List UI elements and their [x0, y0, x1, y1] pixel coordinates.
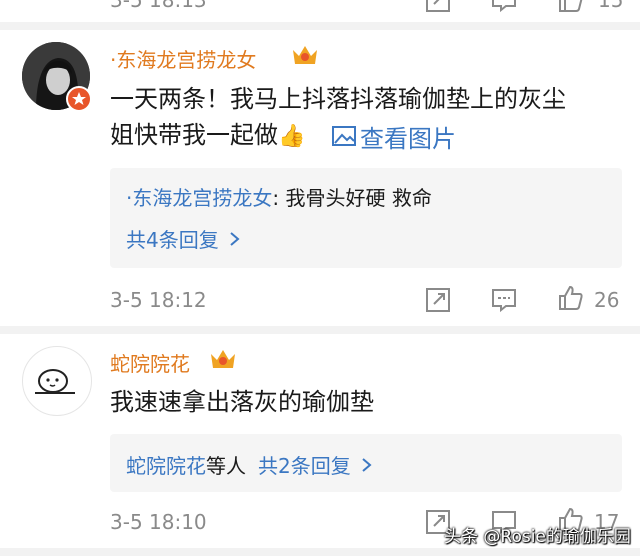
thumbs-up-emoji: 👍: [278, 124, 306, 149]
reply-line: ·东海龙宫捞龙女: 我骨头好硬 救命: [126, 182, 432, 211]
reply-text: 我骨头好硬 救命: [279, 186, 432, 210]
share-icon[interactable]: [424, 286, 452, 314]
avatar[interactable]: [22, 346, 92, 416]
watermark: 头条 @Rosie的瑜伽乐园: [444, 527, 631, 547]
vip-crown-icon: [208, 346, 238, 372]
section-divider: [0, 22, 640, 30]
comment-timestamp: 3-5 18:12: [110, 288, 207, 312]
share-icon[interactable]: [424, 0, 452, 14]
comment-text-line1: 一天两条！我马上抖落抖落瑜伽垫上的灰尘: [110, 85, 566, 113]
comment-text-line2: 姐快带我一起做👍: [110, 115, 305, 157]
reply-others-label: 等人: [206, 454, 246, 478]
view-replies-link[interactable]: 蛇院院花 等人 共2条回复: [126, 450, 375, 479]
comment-username[interactable]: ·东海龙宫捞龙女: [110, 44, 256, 73]
vip-crown-icon: [290, 42, 320, 68]
chevron-right-icon: [359, 455, 375, 475]
like-count: 26: [594, 288, 620, 312]
comment-icon[interactable]: [490, 0, 518, 14]
comment-text-main: 姐快带我一起做: [110, 121, 278, 149]
image-icon: [332, 125, 356, 147]
view-image-link[interactable]: 查看图片: [332, 116, 456, 156]
reply-count-label: 共2条回复: [258, 454, 351, 478]
comment-text: 我速速拿出落灰的瑜伽垫: [110, 388, 374, 416]
view-replies-link[interactable]: 共4条回复: [126, 224, 243, 253]
reply-preview[interactable]: 蛇院院花 等人 共2条回复: [110, 434, 622, 492]
top-like-count: 15: [598, 0, 624, 12]
top-timestamp: 3-5 18:13: [110, 0, 207, 12]
reply-preview[interactable]: ·东海龙宫捞龙女: 我骨头好硬 救命 共4条回复: [110, 168, 622, 268]
chevron-right-icon: [227, 229, 243, 249]
comment-timestamp: 3-5 18:10: [110, 510, 207, 534]
like-icon[interactable]: [556, 0, 584, 14]
view-image-label: 查看图片: [360, 124, 456, 153]
verified-badge-icon: [66, 86, 92, 112]
reply-username[interactable]: ·东海龙宫捞龙女: [126, 186, 272, 210]
section-divider: [0, 326, 640, 334]
section-divider: [0, 548, 640, 556]
reply-username[interactable]: 蛇院院花: [126, 450, 206, 479]
comment-icon[interactable]: [490, 286, 518, 314]
comment-username[interactable]: 蛇院院花: [110, 348, 190, 377]
reply-count-label: 共4条回复: [126, 228, 219, 252]
like-icon[interactable]: [556, 284, 584, 312]
